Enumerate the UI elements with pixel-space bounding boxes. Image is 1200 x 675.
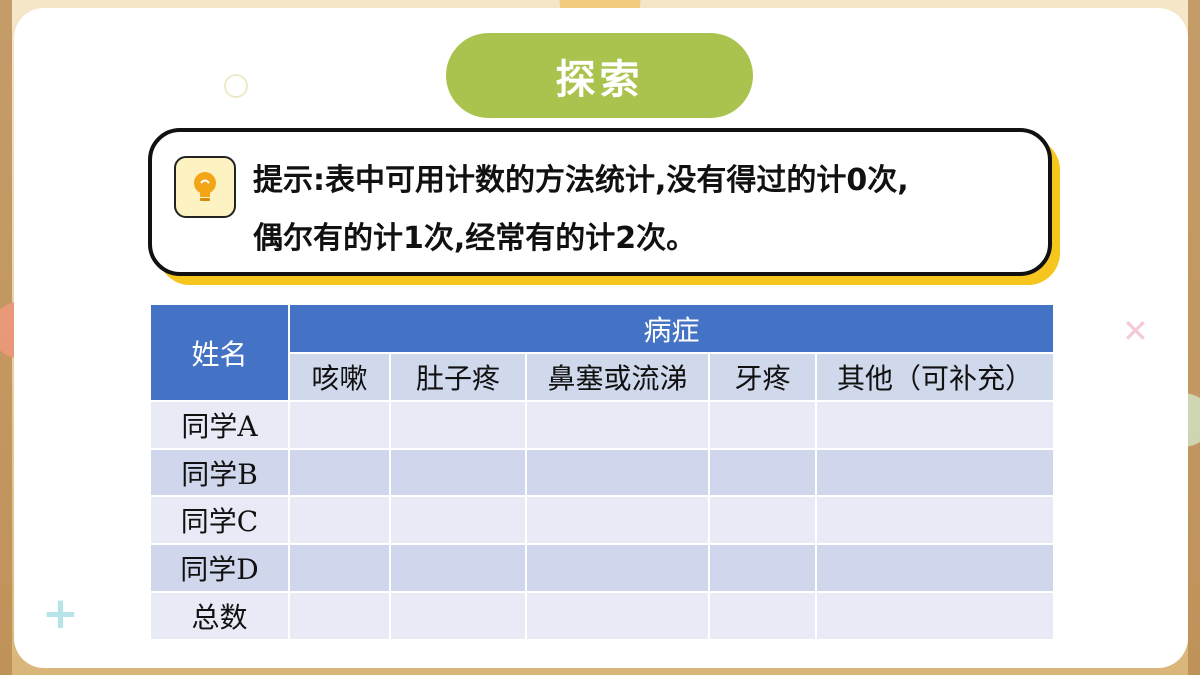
row-label: 同学C: [149, 495, 290, 545]
column-header: 其他（可补充）: [814, 352, 1056, 402]
row-label: 总数: [149, 591, 290, 641]
hint-line-1: 提示:表中可用计数的方法统计,没有得过的计0次,: [253, 163, 909, 198]
table-cell[interactable]: [389, 591, 527, 641]
symptom-group-header: 病症: [287, 303, 1056, 354]
table-cell[interactable]: [814, 543, 1056, 593]
row-label: 同学A: [149, 400, 290, 450]
name-header: 姓名: [149, 303, 290, 402]
table-cell[interactable]: [525, 543, 710, 593]
table-row: 总数: [149, 591, 1056, 641]
page-title: 探索: [446, 33, 753, 118]
decorative-ring: [224, 74, 248, 98]
table-row: 同学A: [149, 400, 1056, 450]
column-header: 鼻塞或流涕: [525, 352, 710, 402]
hint-line-2: 偶尔有的计1次,经常有的计2次。: [253, 221, 697, 256]
table-row: 同学B: [149, 448, 1056, 497]
table-cell[interactable]: [708, 495, 817, 545]
table-cell[interactable]: [288, 543, 391, 593]
symptom-table: 姓名 病症 咳嗽 肚子疼 鼻塞或流涕 牙疼 其他（可补充） 同学A 同学B 同学…: [149, 303, 1056, 641]
decorative-cross-icon: ✕: [1122, 312, 1149, 350]
table-cell[interactable]: [389, 400, 527, 450]
table-cell[interactable]: [525, 400, 710, 450]
table-cell[interactable]: [288, 591, 391, 641]
table-cell[interactable]: [288, 495, 391, 545]
hint-text: 提示:表中可用计数的方法统计,没有得过的计0次, 偶尔有的计1次,经常有的计2次…: [253, 152, 1043, 268]
table-cell[interactable]: [525, 495, 710, 545]
column-header: 肚子疼: [389, 352, 527, 402]
row-label: 同学D: [149, 543, 290, 593]
row-label: 同学B: [149, 448, 290, 497]
table-cell[interactable]: [389, 448, 527, 497]
table-cell[interactable]: [814, 400, 1056, 450]
table-cell[interactable]: [708, 591, 817, 641]
table-cell[interactable]: [525, 448, 710, 497]
decorative-plus-icon: +: [42, 588, 79, 639]
table-cell[interactable]: [389, 495, 527, 545]
table-cell[interactable]: [288, 448, 391, 497]
table-cell[interactable]: [814, 448, 1056, 497]
column-header: 牙疼: [708, 352, 817, 402]
table-row: 同学C: [149, 495, 1056, 545]
table-cell[interactable]: [708, 448, 817, 497]
table-cell[interactable]: [389, 543, 527, 593]
table-cell[interactable]: [708, 400, 817, 450]
table-cell[interactable]: [814, 495, 1056, 545]
table-cell[interactable]: [814, 591, 1056, 641]
column-header: 咳嗽: [288, 352, 391, 402]
table-cell[interactable]: [708, 543, 817, 593]
lightbulb-icon: [174, 156, 236, 218]
table-cell[interactable]: [525, 591, 710, 641]
table-row: 同学D: [149, 543, 1056, 593]
table-cell[interactable]: [288, 400, 391, 450]
